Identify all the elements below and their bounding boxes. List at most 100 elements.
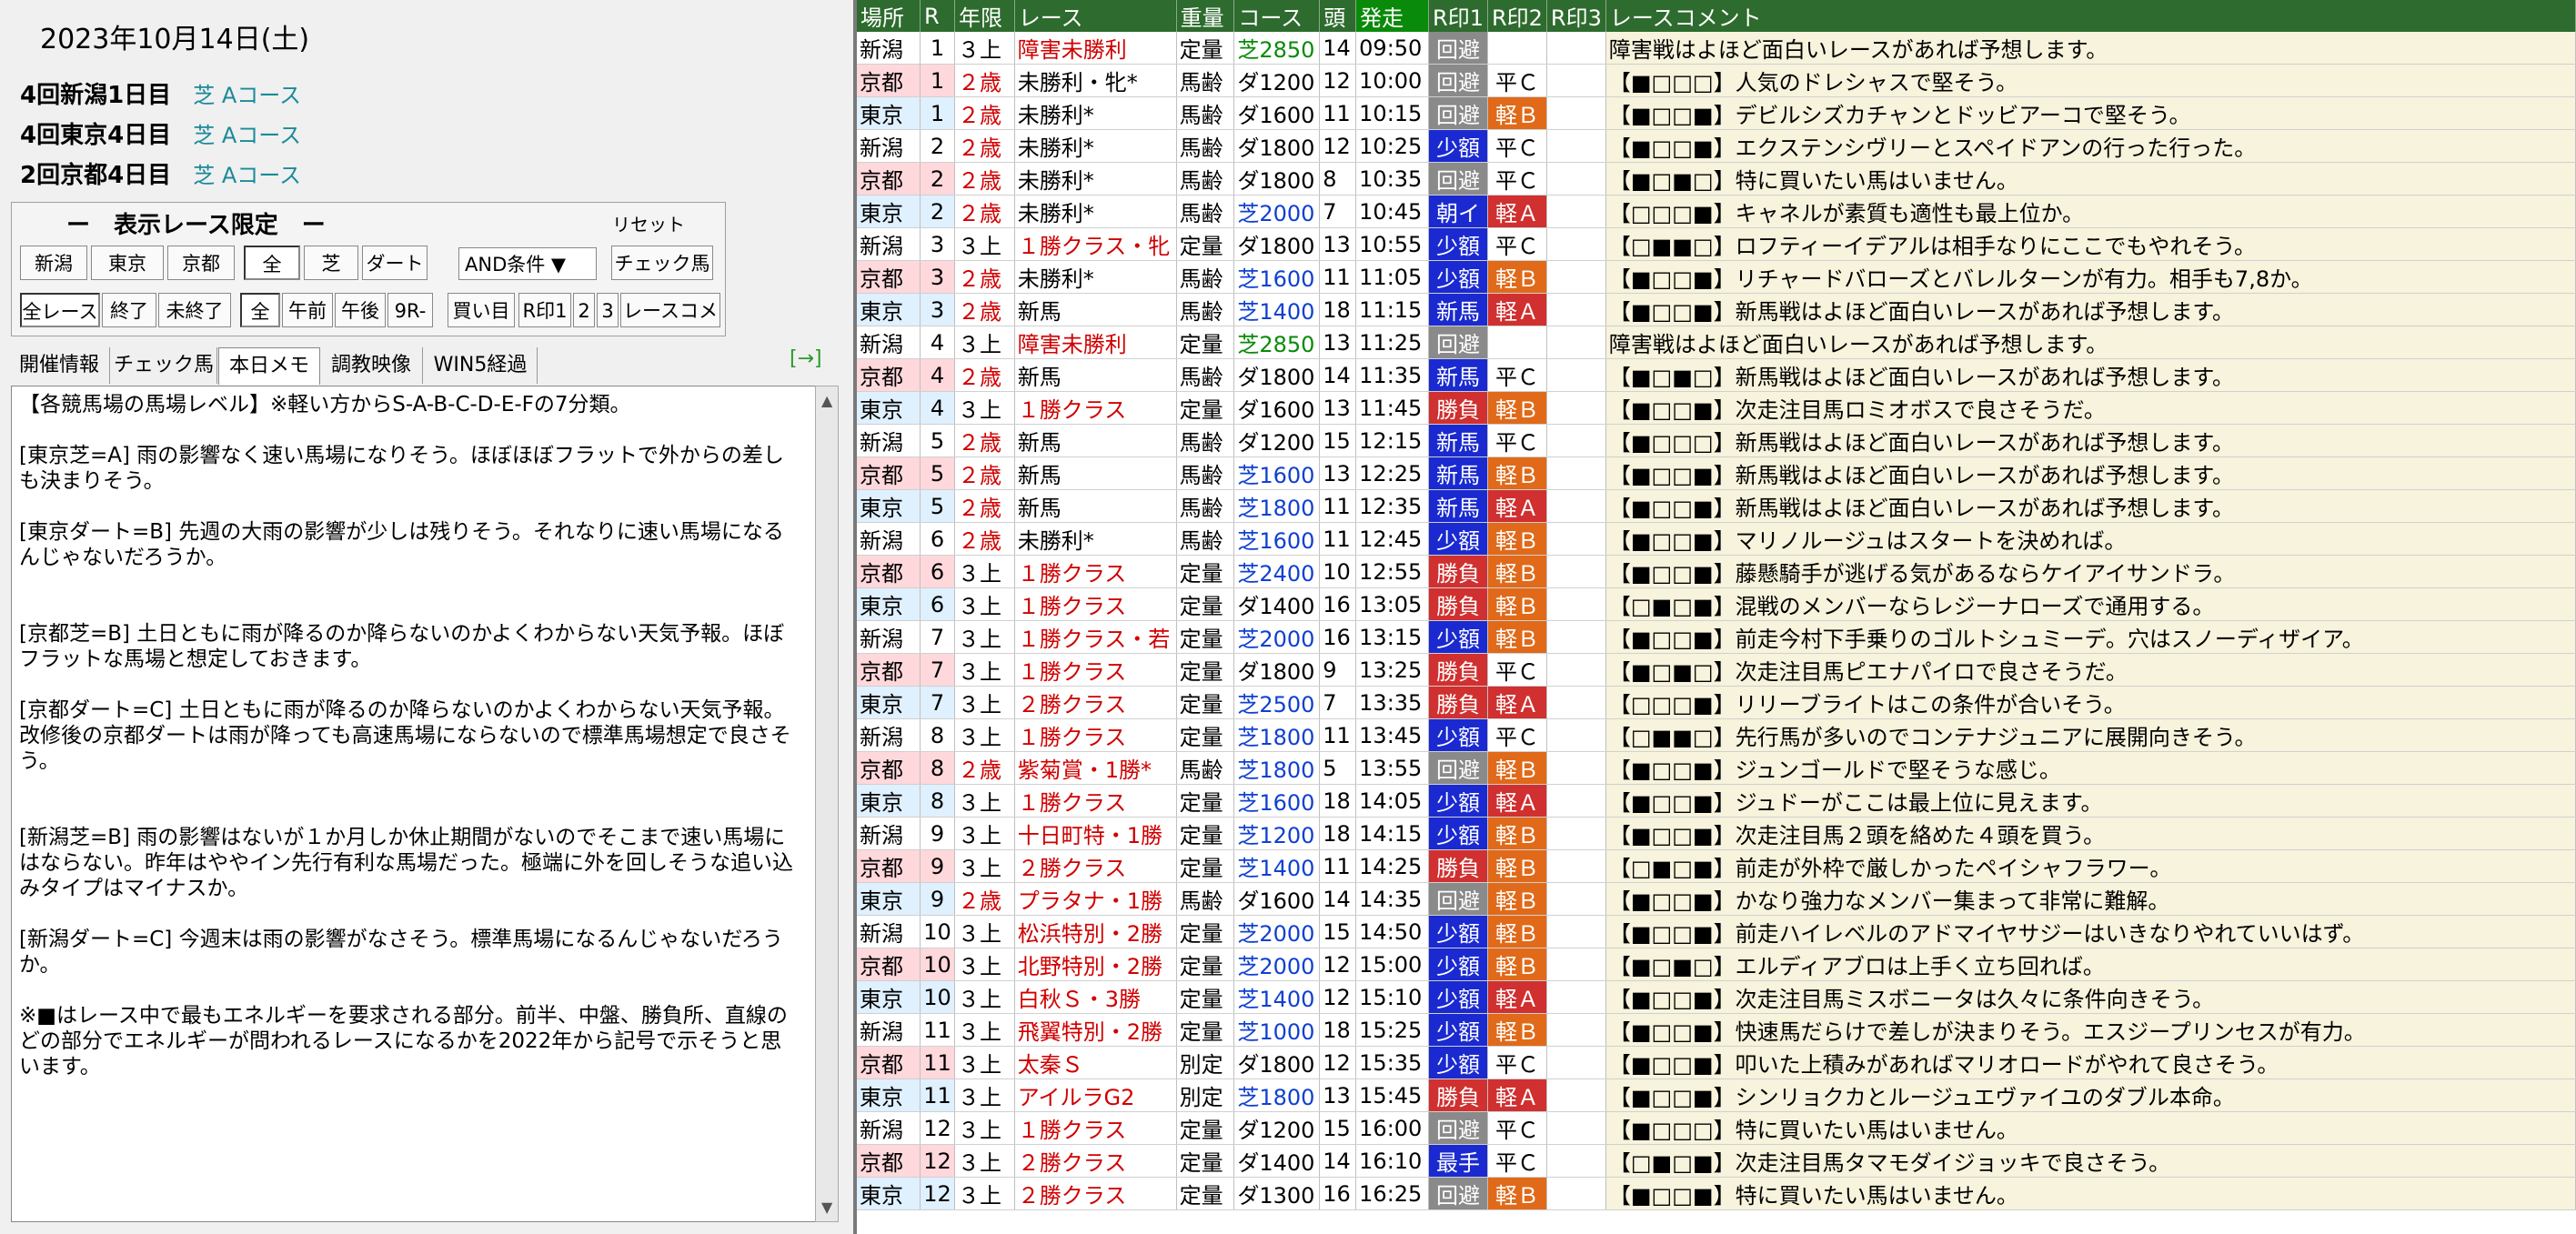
cell-post-time[interactable]: 13:45: [1355, 718, 1430, 752]
cell-course[interactable]: 芝2500: [1233, 686, 1321, 719]
cell-race-name[interactable]: 障害未勝利: [1014, 32, 1177, 65]
column-header[interactable]: 場所: [857, 0, 921, 32]
column-header[interactable]: レースコメント: [1605, 0, 2576, 32]
cell-r-mark1[interactable]: 勝負: [1428, 391, 1488, 425]
filter-r-mark3-button[interactable]: 3: [597, 293, 619, 327]
cell-r-mark2[interactable]: 軽Ｂ: [1487, 391, 1547, 425]
cell-r-mark2[interactable]: 軽Ｂ: [1487, 882, 1547, 916]
cell-race-number[interactable]: 12: [920, 1177, 956, 1210]
cell-place[interactable]: 京都: [857, 162, 921, 196]
cell-course[interactable]: ダ1200: [1233, 64, 1321, 97]
table-row[interactable]: 東京 3 ２歳 新馬 馬齢 芝1400 18 11:15 新馬 軽Ａ 【■□□■】新馬戦はよほど面白…: [857, 293, 2576, 326]
cell-race-comment[interactable]: 【□□□■】リリーブライトはこの条件が合いそう。: [1605, 686, 2576, 719]
cell-age-class[interactable]: ２歳: [954, 195, 1015, 228]
cell-age-class[interactable]: ３上: [954, 1013, 1015, 1047]
cell-r-mark3[interactable]: [1546, 1111, 1606, 1145]
cell-course[interactable]: 芝1600: [1233, 784, 1321, 818]
cell-r-mark2[interactable]: 軽Ｂ: [1487, 260, 1547, 294]
cell-age-class[interactable]: ２歳: [954, 751, 1015, 785]
cell-race-name[interactable]: 未勝利*: [1014, 522, 1177, 556]
cell-weight-rule[interactable]: 馬齢: [1176, 129, 1235, 163]
cell-race-number[interactable]: 4: [920, 326, 956, 359]
cell-race-comment[interactable]: 障害戦はよほど面白いレースがあれば予想します。: [1605, 326, 2576, 359]
cell-post-time[interactable]: 12:25: [1355, 456, 1430, 490]
cell-post-time[interactable]: 14:25: [1355, 849, 1430, 883]
cell-post-time[interactable]: 14:35: [1355, 882, 1430, 916]
cell-place[interactable]: 新潟: [857, 718, 921, 752]
cell-weight-rule[interactable]: 馬齢: [1176, 162, 1235, 196]
cell-runners[interactable]: 12: [1319, 64, 1357, 97]
cell-r-mark3[interactable]: [1546, 326, 1606, 359]
cell-r-mark1[interactable]: 少額: [1428, 1046, 1488, 1079]
reset-button[interactable]: リセット: [612, 210, 685, 236]
cell-r-mark2[interactable]: 軽Ａ: [1487, 1078, 1547, 1112]
cell-r-mark3[interactable]: [1546, 456, 1606, 490]
cell-race-name[interactable]: 新馬: [1014, 424, 1177, 457]
cell-course[interactable]: ダ1600: [1233, 882, 1321, 916]
table-row[interactable]: 京都 12 ３上 ２勝クラス 定量 ダ1400 14 16:10 最手 平Ｃ 【□■□■】次走注目馬…: [857, 1144, 2576, 1178]
cell-place[interactable]: 新潟: [857, 620, 921, 654]
cell-r-mark3[interactable]: [1546, 751, 1606, 785]
cell-place[interactable]: 東京: [857, 489, 921, 523]
cell-race-name[interactable]: プラタナ・1勝: [1014, 882, 1177, 916]
cell-course[interactable]: 芝2000: [1233, 195, 1321, 228]
cell-post-time[interactable]: 11:25: [1355, 326, 1430, 359]
cell-age-class[interactable]: ３上: [954, 1078, 1015, 1112]
filter-all-races-button[interactable]: 全レース: [20, 293, 100, 327]
cell-r-mark1[interactable]: 少額: [1428, 260, 1488, 294]
cell-r-mark3[interactable]: [1546, 129, 1606, 163]
cell-race-name[interactable]: 未勝利*: [1014, 195, 1177, 228]
cell-place[interactable]: 東京: [857, 980, 921, 1014]
filter-r-mark1-button[interactable]: R印1: [518, 293, 571, 327]
cell-race-name[interactable]: 未勝利*: [1014, 129, 1177, 163]
cell-r-mark2[interactable]: 平Ｃ: [1487, 162, 1547, 196]
cell-race-comment[interactable]: 【■□■□】次走注目馬ピエナパイロで良さそうだ。: [1605, 653, 2576, 687]
cell-race-name[interactable]: １勝クラス・牝: [1014, 227, 1177, 261]
cell-runners[interactable]: 5: [1319, 751, 1357, 785]
table-row[interactable]: 東京 1 ２歳 未勝利* 馬齢 ダ1600 11 10:15 回避 軽Ｂ 【■□□■】デビルシズカチ…: [857, 96, 2576, 130]
cell-race-comment[interactable]: 【□■□■】次走注目馬タマモダイジョッキで良さそう。: [1605, 1144, 2576, 1178]
cell-course[interactable]: 芝1400: [1233, 849, 1321, 883]
cell-weight-rule[interactable]: 定量: [1176, 718, 1235, 752]
cell-weight-rule[interactable]: 馬齢: [1176, 293, 1235, 326]
cell-race-name[interactable]: 障害未勝利: [1014, 326, 1177, 359]
cell-r-mark3[interactable]: [1546, 620, 1606, 654]
tab-today-memo[interactable]: 本日メモ: [218, 347, 320, 385]
cell-age-class[interactable]: ２歳: [954, 522, 1015, 556]
cell-r-mark1[interactable]: 少額: [1428, 980, 1488, 1014]
cell-race-name[interactable]: 松浜特別・2勝: [1014, 915, 1177, 948]
cell-place[interactable]: 東京: [857, 587, 921, 621]
cell-race-number[interactable]: 4: [920, 391, 956, 425]
cell-runners[interactable]: 14: [1319, 882, 1357, 916]
cell-r-mark1[interactable]: 新馬: [1428, 293, 1488, 326]
cell-place[interactable]: 東京: [857, 293, 921, 326]
cell-race-name[interactable]: 新馬: [1014, 456, 1177, 490]
cell-r-mark2[interactable]: 平Ｃ: [1487, 1111, 1547, 1145]
cell-runners[interactable]: 12: [1319, 980, 1357, 1014]
cell-place[interactable]: 京都: [857, 1046, 921, 1079]
cell-race-comment[interactable]: 【■□□■】次走注目馬ロミオボスで良さそうだ。: [1605, 391, 2576, 425]
cell-weight-rule[interactable]: 定量: [1176, 915, 1235, 948]
cell-runners[interactable]: 11: [1319, 96, 1357, 130]
cell-post-time[interactable]: 13:15: [1355, 620, 1430, 654]
cell-r-mark3[interactable]: [1546, 358, 1606, 392]
table-row[interactable]: 京都 1 ２歳 未勝利・牝* 馬齢 ダ1200 12 10:00 回避 平Ｃ 【■□□□】人気のドレ…: [857, 64, 2576, 97]
table-row[interactable]: 東京 12 ３上 ２勝クラス 定量 ダ1300 16 16:25 回避 軽Ｂ 【■□□■】特に買いた…: [857, 1177, 2576, 1210]
cell-weight-rule[interactable]: 馬齢: [1176, 882, 1235, 916]
cell-race-comment[interactable]: 障害戦はよほど面白いレースがあれば予想します。: [1605, 32, 2576, 65]
cell-r-mark3[interactable]: [1546, 293, 1606, 326]
cell-course[interactable]: ダ1600: [1233, 391, 1321, 425]
cell-place[interactable]: 京都: [857, 64, 921, 97]
cell-course[interactable]: ダ1300: [1233, 1177, 1321, 1210]
cell-race-number[interactable]: 12: [920, 1144, 956, 1178]
filter-unfinished-button[interactable]: 未終了: [158, 293, 231, 327]
cell-race-comment[interactable]: 【■□■□】新馬戦はよほど面白いレースがあれば予想します。: [1605, 358, 2576, 392]
cell-race-name[interactable]: １勝クラス: [1014, 784, 1177, 818]
cell-place[interactable]: 新潟: [857, 32, 921, 65]
cell-race-name[interactable]: 飛翼特別・2勝: [1014, 1013, 1177, 1047]
cell-runners[interactable]: 12: [1319, 129, 1357, 163]
cell-runners[interactable]: 15: [1319, 424, 1357, 457]
table-row[interactable]: 京都 2 ２歳 未勝利* 馬齢 ダ1800 8 10:35 回避 平Ｃ 【■□■□】特に買いたい馬は…: [857, 162, 2576, 196]
table-row[interactable]: 新潟 2 ２歳 未勝利* 馬齢 ダ1800 12 10:25 少額 平Ｃ 【■□□■】エクステンシヴ…: [857, 129, 2576, 163]
cell-race-name[interactable]: 太秦Ｓ: [1014, 1046, 1177, 1079]
